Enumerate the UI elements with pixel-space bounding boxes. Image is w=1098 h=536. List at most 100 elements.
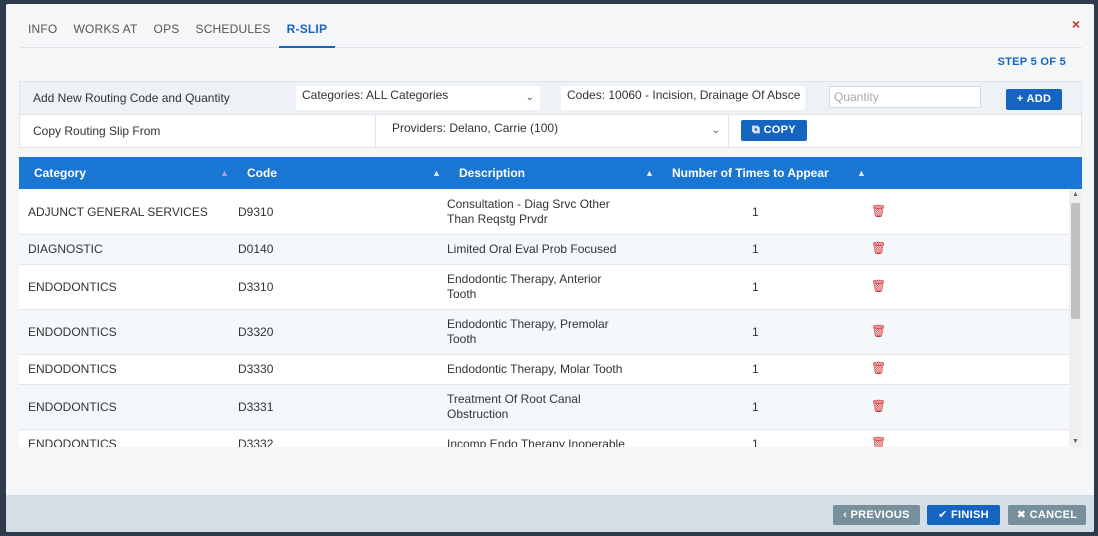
- cell-category: DIAGNOSTIC: [28, 242, 103, 256]
- cell-description-line2: Than Reqstg Prvdr: [447, 212, 548, 226]
- add-routing-code-label: Add New Routing Code and Quantity: [33, 91, 230, 105]
- routing-slip-table: Category ▲ Code ▲ Description ▲ Number o…: [19, 157, 1082, 447]
- table-scrollbar[interactable]: ▲ ▼: [1069, 189, 1082, 447]
- close-icon[interactable]: ×: [1072, 16, 1080, 32]
- cell-code: D0140: [238, 242, 274, 256]
- plus-icon: +: [1016, 93, 1024, 105]
- cell-count: 1: [752, 437, 759, 447]
- cell-description-line1: Treatment Of Root Canal: [447, 392, 581, 406]
- table-row: ENDODONTICS D3332 Incomp Endo Therapy In…: [19, 430, 1069, 447]
- cell-code: D3320: [238, 325, 274, 339]
- divider: [728, 115, 729, 147]
- close-icon: ✖: [1016, 509, 1027, 521]
- copy-button-label: COPY: [763, 124, 796, 136]
- scroll-thumb[interactable]: [1071, 203, 1080, 319]
- check-icon: ✔: [938, 509, 948, 521]
- cell-description-line2: Tooth: [447, 332, 477, 346]
- finish-button-label: FINISH: [951, 509, 989, 521]
- table-row: ENDODONTICS D3310 Endodontic Therapy, An…: [19, 265, 1069, 310]
- tab-r-slip[interactable]: R-SLIP: [278, 14, 336, 48]
- table-row: ENDODONTICS D3330 Endodontic Therapy, Mo…: [19, 355, 1069, 385]
- trash-icon[interactable]: 🗑: [871, 324, 886, 338]
- cell-count: 1: [752, 280, 759, 294]
- cell-description-line2: Obstruction: [447, 407, 509, 421]
- cancel-button[interactable]: ✖ CANCEL: [1008, 505, 1086, 525]
- cell-category: ENDODONTICS: [28, 400, 117, 414]
- chevron-down-icon: ⌄: [525, 92, 534, 103]
- providers-select-value: Providers: Delano, Carrie (100): [392, 121, 559, 135]
- trash-icon[interactable]: 🗑: [871, 399, 886, 413]
- codes-select[interactable]: Codes: 10060 - Incision, Drainage Of Abs…: [561, 86, 805, 110]
- table-body: ADJUNCT GENERAL SERVICES D9310 Consultat…: [19, 189, 1069, 447]
- table-row: ADJUNCT GENERAL SERVICES D9310 Consultat…: [19, 189, 1069, 235]
- cell-category: ENDODONTICS: [28, 437, 117, 447]
- cell-code: D3332: [238, 437, 274, 447]
- chevron-down-icon: ⌄: [711, 125, 720, 136]
- cell-category: ADJUNCT GENERAL SERVICES: [28, 205, 208, 219]
- scroll-up-icon[interactable]: ▲: [1069, 191, 1082, 198]
- table-row: ENDODONTICS D3331 Treatment Of Root Cana…: [19, 385, 1069, 430]
- copy-routing-slip-label: Copy Routing Slip From: [33, 124, 161, 138]
- categories-select-value: Categories: ALL Categories: [302, 88, 449, 102]
- column-header-description[interactable]: Description: [459, 157, 525, 189]
- sort-icon[interactable]: ▲: [645, 157, 654, 189]
- cancel-button-label: CANCEL: [1029, 509, 1078, 521]
- cell-code: D9310: [238, 205, 274, 219]
- copy-icon: ⧉: [752, 124, 761, 136]
- trash-icon[interactable]: 🗑: [871, 436, 886, 447]
- cell-count: 1: [752, 205, 759, 219]
- cell-category: ENDODONTICS: [28, 325, 117, 339]
- cell-description-line1: Consultation - Diag Srvc Other: [447, 197, 610, 211]
- providers-select[interactable]: Providers: Delano, Carrie (100) ⌄: [386, 119, 726, 143]
- sort-asc-icon[interactable]: ▲: [220, 157, 229, 189]
- column-header-code[interactable]: Code: [247, 157, 277, 189]
- trash-icon[interactable]: 🗑: [871, 361, 886, 375]
- previous-button[interactable]: ‹ PREVIOUS: [833, 505, 920, 525]
- finish-button[interactable]: ✔ FINISH: [927, 505, 1000, 525]
- trash-icon[interactable]: 🗑: [871, 241, 886, 255]
- copy-button[interactable]: ⧉ COPY: [741, 120, 807, 141]
- sort-icon[interactable]: ▲: [857, 157, 866, 189]
- copy-routing-slip-row: Copy Routing Slip From Providers: Delano…: [19, 114, 1082, 148]
- cell-description-line1: Endodontic Therapy, Premolar: [447, 317, 609, 331]
- add-routing-code-row: Add New Routing Code and Quantity Catego…: [19, 81, 1082, 115]
- tab-works-at[interactable]: WORKS AT: [65, 14, 145, 48]
- previous-button-label: PREVIOUS: [850, 509, 910, 521]
- cell-code: D3310: [238, 280, 274, 294]
- cell-description-line1: Limited Oral Eval Prob Focused: [447, 242, 617, 256]
- chevron-left-icon: ‹: [843, 509, 848, 521]
- provider-modal: INFO WORKS AT OPS SCHEDULES R-SLIP × STE…: [6, 4, 1094, 532]
- modal-footer: ‹ PREVIOUS ✔ FINISH ✖ CANCEL: [6, 495, 1094, 532]
- cell-description-line2: Tooth: [447, 287, 477, 301]
- codes-select-value: Codes: 10060 - Incision, Drainage Of Abs…: [567, 88, 801, 102]
- cell-description-line1: Endodontic Therapy, Anterior: [447, 272, 602, 286]
- tab-bar: INFO WORKS AT OPS SCHEDULES R-SLIP: [20, 14, 1082, 48]
- cell-category: ENDODONTICS: [28, 280, 117, 294]
- table-header: Category ▲ Code ▲ Description ▲ Number o…: [19, 157, 1082, 189]
- cell-count: 1: [752, 400, 759, 414]
- divider: [375, 115, 376, 147]
- cell-description-line1: Incomp Endo Therapy Inoperable: [447, 437, 625, 447]
- tab-ops[interactable]: OPS: [146, 14, 188, 48]
- cell-count: 1: [752, 242, 759, 256]
- trash-icon[interactable]: 🗑: [871, 279, 886, 293]
- sort-icon[interactable]: ▲: [432, 157, 441, 189]
- add-button-label: ADD: [1026, 93, 1052, 105]
- scroll-down-icon[interactable]: ▼: [1069, 438, 1082, 445]
- cell-category: ENDODONTICS: [28, 362, 117, 376]
- trash-icon[interactable]: 🗑: [871, 204, 886, 218]
- step-indicator: STEP 5 OF 5: [997, 56, 1066, 68]
- cell-code: D3331: [238, 400, 274, 414]
- cell-code: D3330: [238, 362, 274, 376]
- cell-count: 1: [752, 362, 759, 376]
- add-button[interactable]: + ADD: [1006, 89, 1062, 110]
- categories-select[interactable]: Categories: ALL Categories ⌄: [296, 86, 540, 110]
- cell-description-line1: Endodontic Therapy, Molar Tooth: [447, 362, 623, 376]
- column-header-times-to-appear[interactable]: Number of Times to Appear: [672, 157, 829, 189]
- tab-info[interactable]: INFO: [20, 14, 65, 48]
- column-header-category[interactable]: Category: [34, 157, 86, 189]
- cell-count: 1: [752, 325, 759, 339]
- tab-schedules[interactable]: SCHEDULES: [187, 14, 278, 48]
- table-row: ENDODONTICS D3320 Endodontic Therapy, Pr…: [19, 310, 1069, 355]
- quantity-input[interactable]: Quantity: [829, 86, 981, 108]
